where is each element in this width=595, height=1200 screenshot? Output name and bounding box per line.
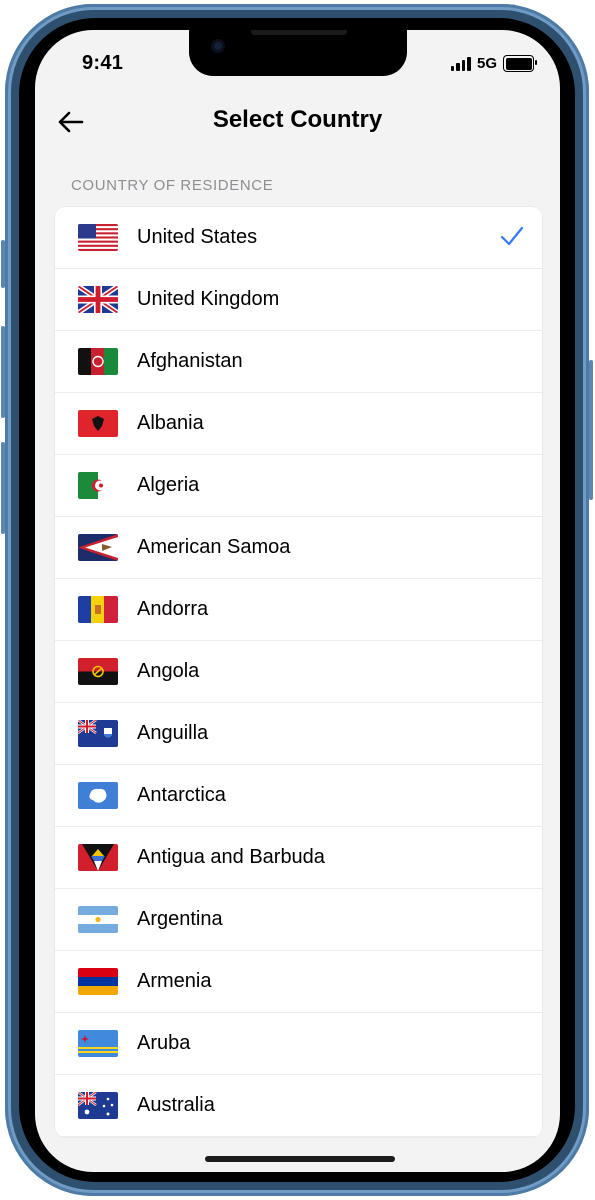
country-row-ag[interactable]: Antigua and Barbuda <box>55 827 542 889</box>
country-name: Aruba <box>137 1032 191 1054</box>
checkmark-icon <box>500 226 524 246</box>
country-row-dz[interactable]: Algeria <box>55 455 542 517</box>
flag-af-icon <box>78 348 118 375</box>
notch <box>189 30 407 76</box>
country-row-gb[interactable]: United Kingdom <box>55 269 542 331</box>
flag-ad-icon <box>78 596 118 623</box>
country-name: Andorra <box>137 598 209 620</box>
country-row-ad[interactable]: Andorra <box>55 579 542 641</box>
country-name: Australia <box>137 1094 215 1116</box>
country-row-us[interactable]: United States <box>55 207 542 269</box>
flag-am-icon <box>78 968 118 995</box>
country-row-as[interactable]: American Samoa <box>55 517 542 579</box>
flag-ag-icon <box>78 844 118 871</box>
country-row-ar[interactable]: Argentina <box>55 889 542 951</box>
country-name: Antarctica <box>137 784 226 806</box>
speaker <box>251 30 347 35</box>
network-type: 5G <box>476 55 497 72</box>
page-title: Select Country <box>212 106 383 133</box>
country-row-af[interactable]: Afghanistan <box>55 331 542 393</box>
front-camera <box>211 39 225 53</box>
country-row-al[interactable]: Albania <box>55 393 542 455</box>
country-name: Argentina <box>137 908 223 930</box>
silent-switch <box>1 240 5 288</box>
status-indicators: 5G <box>450 55 537 72</box>
country-row-ao[interactable]: Angola <box>55 641 542 703</box>
country-name: Algeria <box>137 474 200 496</box>
country-name: United States <box>137 226 258 248</box>
country-name: Angola <box>137 660 200 682</box>
country-row-am[interactable]: Armenia <box>55 951 542 1013</box>
country-list: United States United Kingdom Afghanistan Al… <box>55 207 542 1137</box>
flag-aw-icon <box>78 1030 118 1057</box>
flag-dz-icon <box>78 472 118 499</box>
country-name: United Kingdom <box>137 288 280 310</box>
volume-up-button <box>1 326 5 418</box>
flag-ar-icon <box>78 906 118 933</box>
country-name: American Samoa <box>137 536 291 558</box>
country-row-au[interactable]: Australia <box>55 1075 542 1137</box>
cellular-signal-icon <box>450 56 471 71</box>
country-row-ai[interactable]: Anguilla <box>55 703 542 765</box>
country-name: Albania <box>137 412 204 434</box>
screen: 9:41 5G Select Country COUNTRY OF RESIDE… <box>35 30 560 1172</box>
flag-aq-icon <box>78 782 118 809</box>
status-time: 9:41 <box>82 52 124 74</box>
battery-icon <box>503 55 537 72</box>
power-button <box>589 360 593 500</box>
country-name: Antigua and Barbuda <box>137 846 325 868</box>
country-name: Anguilla <box>137 722 209 744</box>
flag-us-icon <box>78 224 118 251</box>
home-indicator[interactable] <box>205 1156 395 1162</box>
flag-gb-icon <box>78 286 118 313</box>
flag-ai-icon <box>78 720 118 747</box>
flag-al-icon <box>78 410 118 437</box>
country-name: Armenia <box>137 970 212 992</box>
country-row-aq[interactable]: Antarctica <box>55 765 542 827</box>
country-name: Afghanistan <box>137 350 243 372</box>
country-row-aw[interactable]: Aruba <box>55 1013 542 1075</box>
section-header: COUNTRY OF RESIDENCE <box>71 177 274 194</box>
flag-au-icon <box>78 1092 118 1119</box>
flag-as-icon <box>78 534 118 561</box>
volume-down-button <box>1 442 5 534</box>
flag-ao-icon <box>78 658 118 685</box>
